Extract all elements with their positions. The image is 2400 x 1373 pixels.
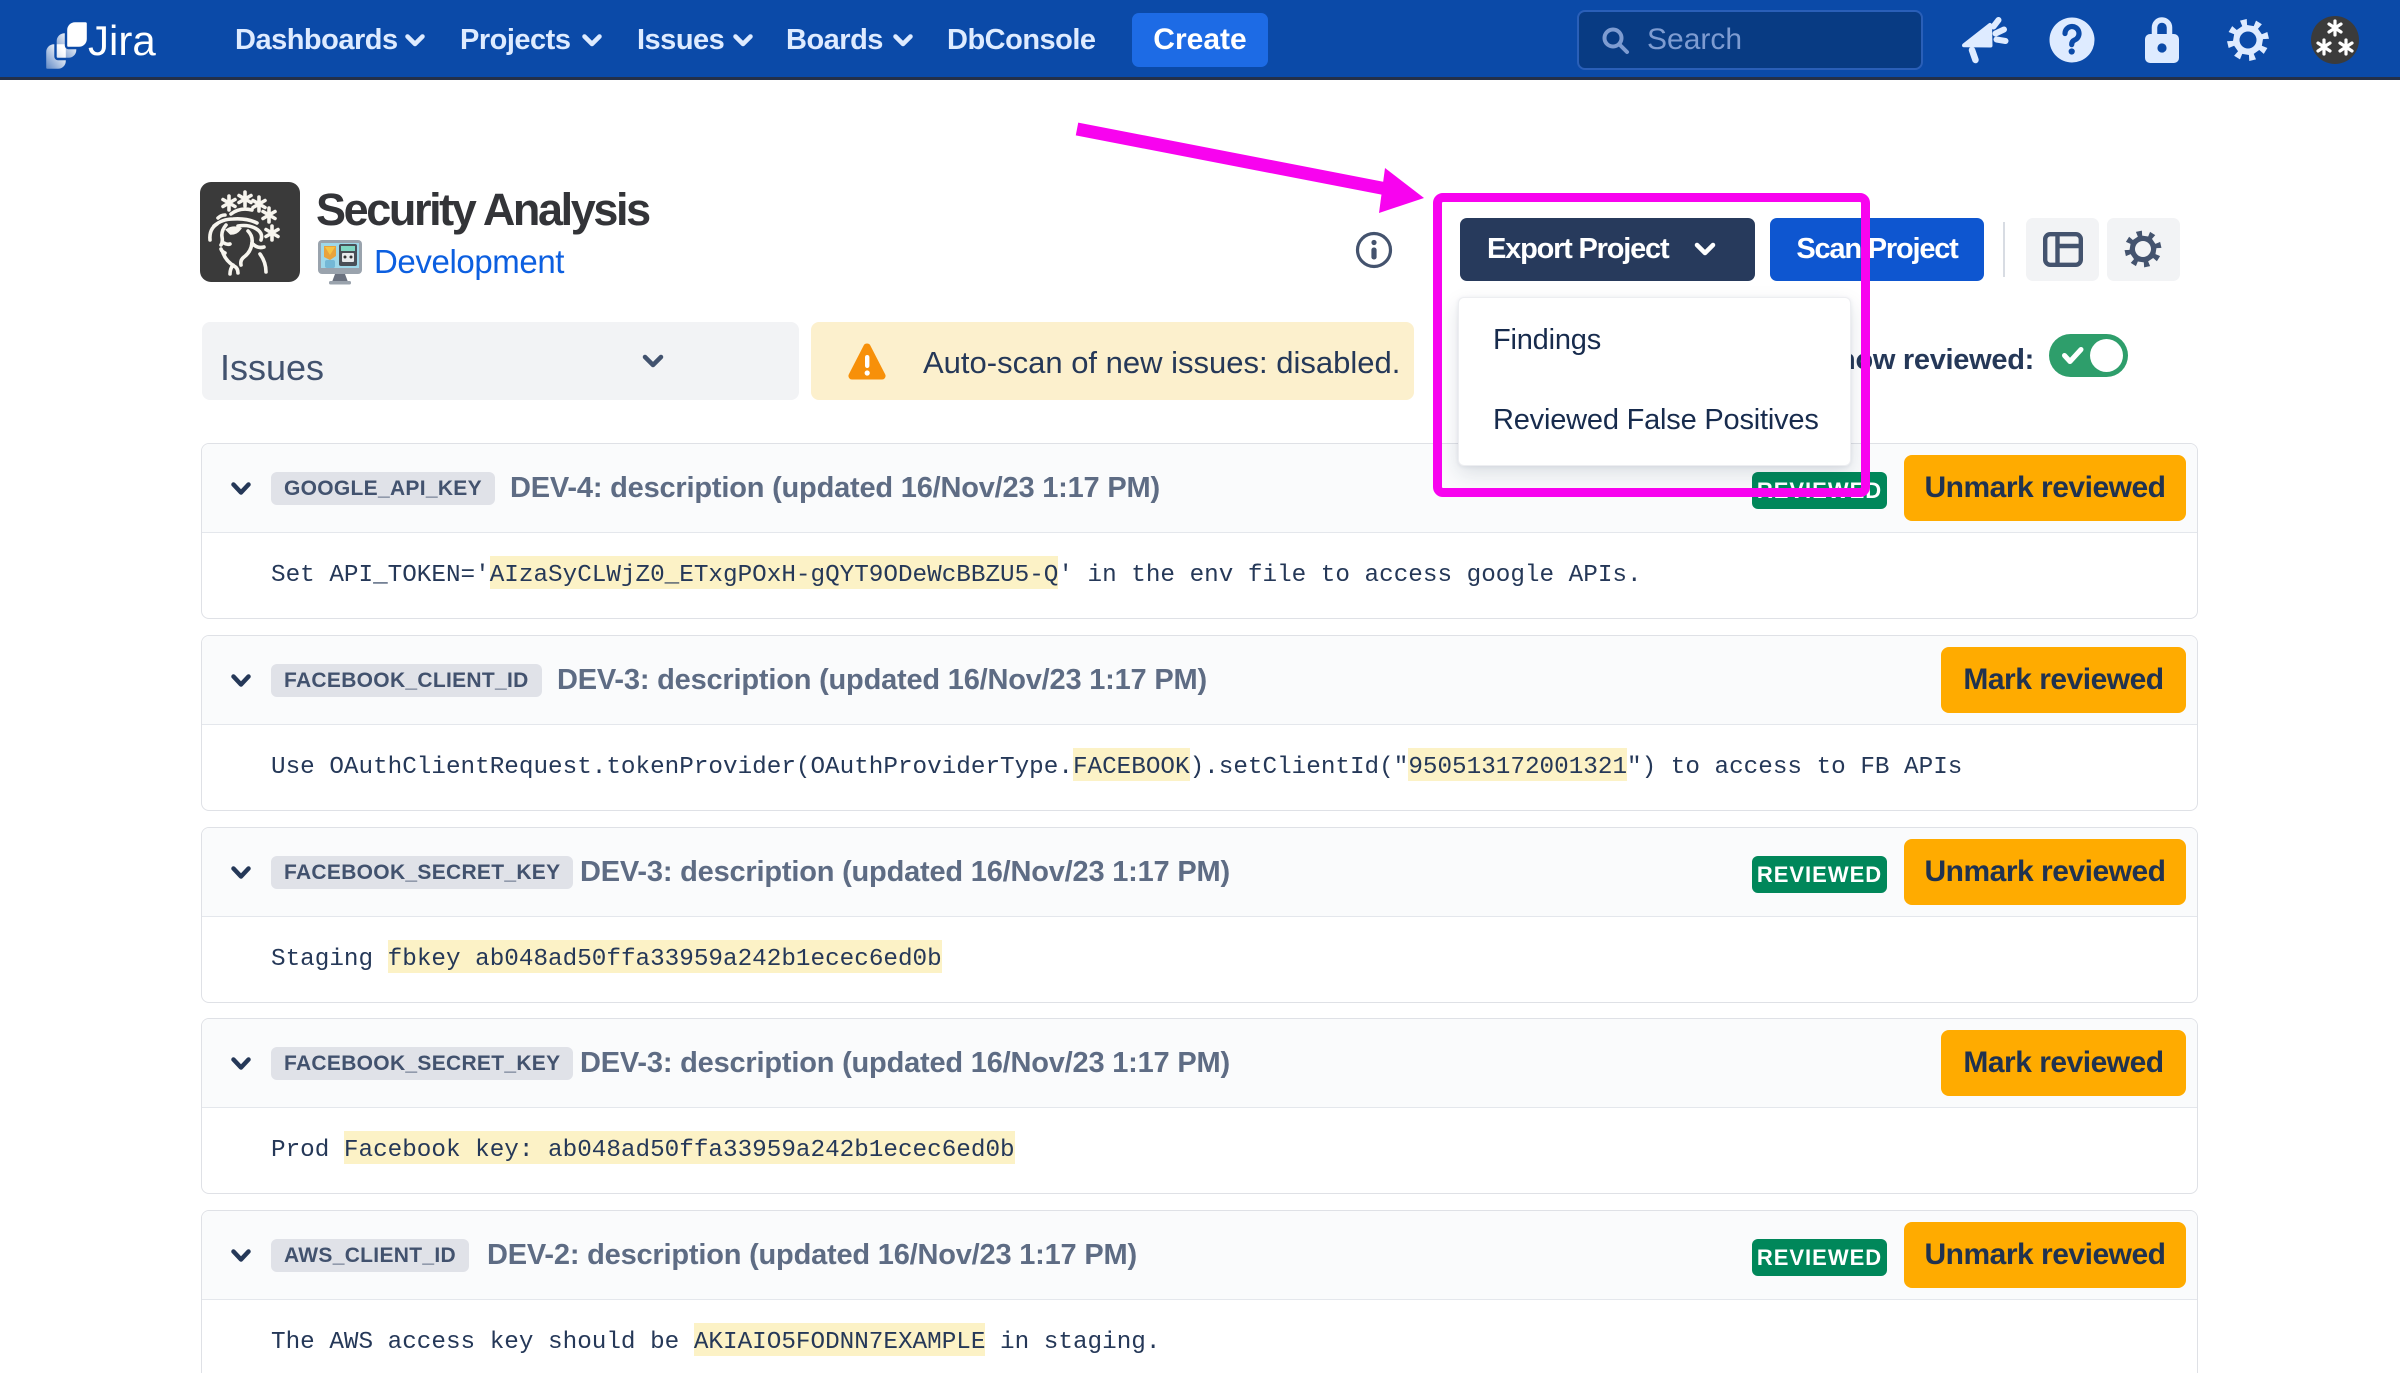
svg-text:Jira: Jira — [88, 17, 156, 64]
